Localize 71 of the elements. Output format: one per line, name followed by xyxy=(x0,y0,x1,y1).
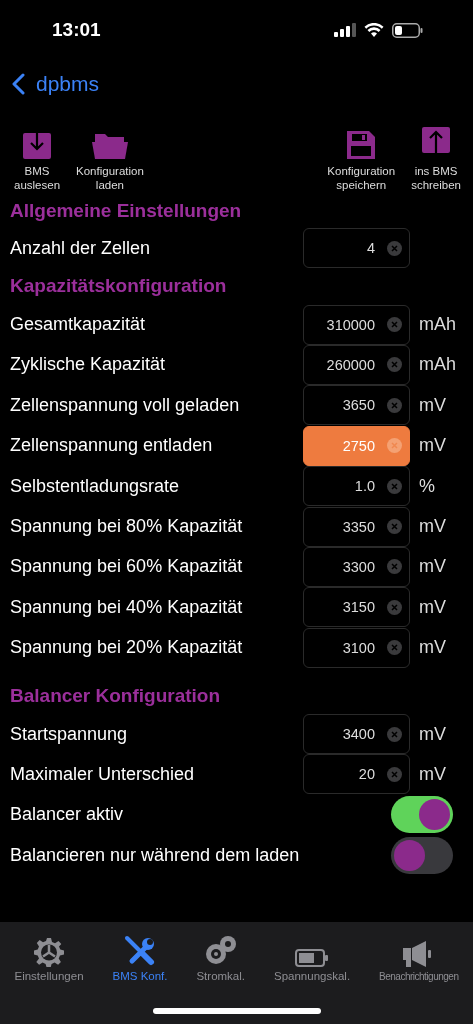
input-field[interactable]: 310000 xyxy=(303,304,410,345)
input-field[interactable]: 3400 xyxy=(303,714,410,755)
unit-label: mAh xyxy=(419,314,456,336)
status-time: 13:01 xyxy=(52,19,101,41)
setting-label: Spannung bei 60% Kapazität xyxy=(10,556,244,578)
input-field[interactable]: 1.0 xyxy=(303,466,410,507)
setting-label: Anzahl der Zellen xyxy=(10,237,152,259)
input-field[interactable]: 20 xyxy=(303,754,410,795)
setting-label: Zellenspannung entladen xyxy=(10,435,214,457)
setting-label: Spannung bei 40% Kapazität xyxy=(10,596,244,618)
setting-label: Zellenspannung voll geladen xyxy=(10,394,241,416)
tab-item[interactable]: Stromkal. xyxy=(196,930,246,982)
setting-label: Gesamtkapazität xyxy=(10,314,147,336)
input-field[interactable]: 3100 xyxy=(303,627,410,668)
clear-icon[interactable] xyxy=(387,726,402,742)
clear-icon[interactable] xyxy=(387,438,402,454)
clear-icon[interactable] xyxy=(387,519,402,535)
setting-label: Selbstentladungsrate xyxy=(10,475,181,497)
setting-label: Spannung bei 80% Kapazität xyxy=(10,516,244,538)
clear-icon[interactable] xyxy=(387,240,402,256)
input-field[interactable]: 3150 xyxy=(303,587,410,628)
toolbar-button[interactable]: Konfiguration speichern xyxy=(327,122,396,192)
toggle-switch[interactable] xyxy=(391,836,453,874)
unit-label: % xyxy=(419,475,435,497)
clear-icon[interactable] xyxy=(387,767,402,782)
tab-item[interactable]: BMS Konf. xyxy=(112,930,168,982)
setting-label: Startspannung xyxy=(10,723,129,745)
setting-label: Balancer aktiv xyxy=(10,804,125,826)
clear-icon[interactable] xyxy=(387,478,402,494)
clear-icon[interactable] xyxy=(387,640,402,656)
unit-label: mV xyxy=(419,764,446,785)
gear-icon xyxy=(34,937,64,967)
unit-label: mV xyxy=(419,394,446,416)
tab-item[interactable]: Benachrichtigungen xyxy=(379,930,459,982)
chevron-left-icon xyxy=(11,73,25,95)
toggle-switch[interactable] xyxy=(391,796,453,834)
wifi-icon xyxy=(364,23,384,37)
setting-label: Balancieren nur während dem laden xyxy=(10,844,301,866)
tab-item[interactable]: Einstellungen xyxy=(14,930,84,982)
section-title: Balancer Konfiguration xyxy=(10,683,221,708)
clear-icon[interactable] xyxy=(387,357,402,373)
input-field[interactable]: 4 xyxy=(303,228,410,269)
battery-icon xyxy=(392,22,423,38)
clear-icon[interactable] xyxy=(387,317,402,333)
clear-icon[interactable] xyxy=(387,559,402,575)
toolbar-button[interactable]: Konfiguration laden xyxy=(76,122,144,192)
setting-label: Maximaler Unterschied xyxy=(10,764,196,785)
toolbar-button[interactable]: ins BMS schreiben xyxy=(411,122,461,192)
unit-label: mV xyxy=(419,723,446,745)
signal-icon xyxy=(334,23,356,37)
clear-icon[interactable] xyxy=(387,599,402,615)
wrench-screwdriver-icon xyxy=(124,935,156,967)
setting-label: Zyklische Kapazität xyxy=(10,354,167,376)
unit-label: mV xyxy=(419,556,446,578)
section-title: Kapazitätskonfiguration xyxy=(10,274,227,299)
toolbar-button[interactable]: BMS auslesen xyxy=(14,122,61,192)
input-field[interactable]: 260000 xyxy=(303,344,410,385)
unit-label: mV xyxy=(419,637,446,659)
unit-label: mV xyxy=(419,596,446,618)
battery-icon xyxy=(295,949,330,967)
unit-label: mV xyxy=(419,435,446,457)
setting-label: Spannung bei 20% Kapazität xyxy=(10,637,244,659)
input-field[interactable]: 3300 xyxy=(303,546,410,587)
section-title: Allgemeine Einstellungen xyxy=(10,199,242,223)
unit-label: mAh xyxy=(419,354,456,376)
tab-item[interactable]: Spannungskal. xyxy=(274,930,351,982)
clear-icon[interactable] xyxy=(387,397,402,413)
input-field[interactable]: 3350 xyxy=(303,506,410,547)
input-field[interactable]: 3650 xyxy=(303,385,410,426)
unit-label: mV xyxy=(419,516,446,538)
back-button[interactable]: dpbms xyxy=(11,72,100,96)
